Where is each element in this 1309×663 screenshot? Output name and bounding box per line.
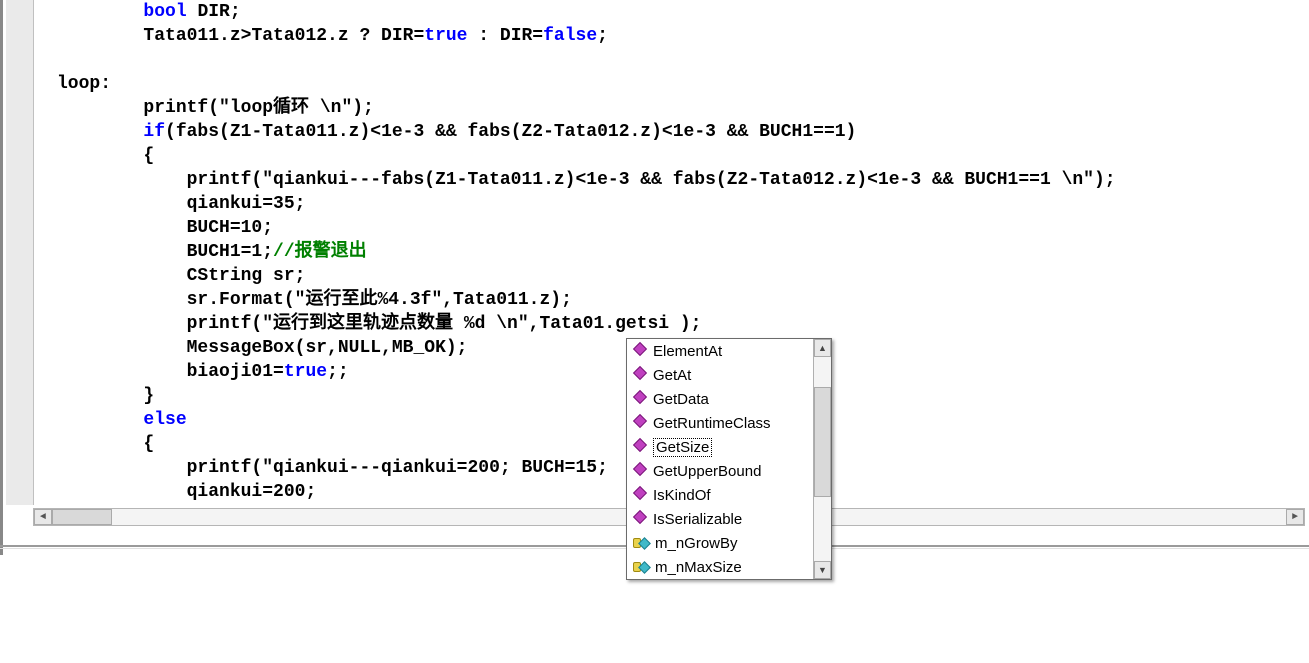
- code-token: : DIR=: [468, 26, 544, 46]
- keyword-token: true: [424, 26, 467, 46]
- autocomplete-item-getsize[interactable]: GetSize: [627, 435, 813, 459]
- autocomplete-label: IsSerializable: [653, 511, 742, 528]
- scroll-track[interactable]: [814, 357, 831, 561]
- scroll-up-button[interactable]: ▲: [814, 339, 831, 357]
- code-line[interactable]: sr.Format("运行至此%4.3f",Tata011.z);: [37, 288, 1309, 312]
- method-icon: [633, 512, 647, 526]
- code-token: }: [143, 386, 154, 406]
- autocomplete-item-m_nmaxsize[interactable]: m_nMaxSize: [627, 555, 813, 579]
- gutter: [6, 0, 34, 505]
- code-line[interactable]: printf("qiankui---fabs(Z1-Tata011.z)<1e-…: [37, 168, 1309, 192]
- code-token: (fabs(Z1-Tata011.z)<1e-3 && fabs(Z2-Tata…: [165, 122, 856, 142]
- autocomplete-label: GetData: [653, 391, 709, 408]
- code-token: {: [143, 146, 154, 166]
- variable-icon: [633, 560, 649, 574]
- autocomplete-item-getruntimeclass[interactable]: GetRuntimeClass: [627, 411, 813, 435]
- autocomplete-popup: ElementAt GetAt GetData GetRuntimeClass GetS…: [626, 338, 832, 580]
- scroll-thumb[interactable]: [52, 509, 112, 525]
- autocomplete-item-isserializable[interactable]: IsSerializable: [627, 507, 813, 531]
- method-icon: [633, 344, 647, 358]
- autocomplete-item-m_ngrowby[interactable]: m_nGrowBy: [627, 531, 813, 555]
- code-line[interactable]: printf("运行到这里轨迹点数量 %d \n",Tata01.getsi )…: [37, 312, 1309, 336]
- autocomplete-scrollbar[interactable]: ▲ ▼: [813, 339, 831, 579]
- code-line[interactable]: CString sr;: [37, 264, 1309, 288]
- scroll-right-button[interactable]: ►: [1286, 509, 1304, 525]
- autocomplete-label: m_nGrowBy: [655, 535, 738, 552]
- scroll-down-button[interactable]: ▼: [814, 561, 831, 579]
- code-line[interactable]: BUCH1=1;//报警退出: [37, 240, 1309, 264]
- autocomplete-label: GetUpperBound: [653, 463, 761, 480]
- autocomplete-label: m_nMaxSize: [655, 559, 742, 576]
- autocomplete-label: GetAt: [653, 367, 691, 384]
- method-icon: [633, 416, 647, 430]
- code-token: {: [143, 434, 154, 454]
- code-token: Tata011.z>Tata012.z ? DIR=: [143, 26, 424, 46]
- autocomplete-label: IsKindOf: [653, 487, 711, 504]
- comment-token: //报警退出: [273, 242, 367, 262]
- keyword-token: false: [543, 26, 597, 46]
- code-token: biaoji01=: [187, 362, 284, 382]
- code-token: ;: [597, 26, 608, 46]
- code-line[interactable]: [37, 48, 1309, 72]
- code-token: qiankui=35;: [187, 194, 306, 214]
- code-token: BUCH=10;: [187, 218, 273, 238]
- code-token: CString sr;: [187, 266, 306, 286]
- autocomplete-label: GetSize: [653, 438, 712, 457]
- autocomplete-item-getat[interactable]: GetAt: [627, 363, 813, 387]
- keyword-token: bool: [143, 2, 186, 22]
- code-line[interactable]: {: [37, 144, 1309, 168]
- keyword-token: true: [284, 362, 327, 382]
- autocomplete-item-elementat[interactable]: ElementAt: [627, 339, 813, 363]
- code-line[interactable]: printf("loop循环 \n");: [37, 96, 1309, 120]
- scroll-left-button[interactable]: ◄: [34, 509, 52, 525]
- code-token: printf("loop循环 \n");: [143, 98, 373, 118]
- method-icon: [633, 440, 647, 454]
- method-icon: [633, 392, 647, 406]
- code-line[interactable]: Tata011.z>Tata012.z ? DIR=true : DIR=fal…: [37, 24, 1309, 48]
- code-token: loop:: [57, 74, 111, 94]
- method-icon: [633, 488, 647, 502]
- autocomplete-list[interactable]: ElementAt GetAt GetData GetRuntimeClass GetS…: [627, 339, 813, 579]
- method-icon: [633, 368, 647, 382]
- code-token: MessageBox(sr,NULL,MB_OK);: [187, 338, 468, 358]
- code-token: DIR;: [187, 2, 241, 22]
- keyword-token: else: [143, 410, 186, 430]
- variable-icon: [633, 536, 649, 550]
- code-line[interactable]: qiankui=35;: [37, 192, 1309, 216]
- code-token: printf("运行到这里轨迹点数量 %d \n",Tata01.getsi )…: [187, 314, 702, 334]
- code-token: sr.Format("运行至此%4.3f",Tata011.z);: [187, 290, 572, 310]
- autocomplete-label: ElementAt: [653, 343, 722, 360]
- code-token: ;;: [327, 362, 349, 382]
- code-line[interactable]: loop:: [37, 72, 1309, 96]
- keyword-token: if: [143, 122, 165, 142]
- code-token: BUCH1=1;: [187, 242, 273, 262]
- autocomplete-item-getdata[interactable]: GetData: [627, 387, 813, 411]
- code-token: printf("qiankui---fabs(Z1-Tata011.z)<1e-…: [187, 170, 1116, 190]
- autocomplete-item-iskindof[interactable]: IsKindOf: [627, 483, 813, 507]
- scroll-thumb[interactable]: [814, 387, 831, 497]
- method-icon: [633, 464, 647, 478]
- code-token: printf("qiankui---qiankui=200; BUCH=15;: [187, 458, 608, 478]
- code-token: qiankui=200;: [187, 482, 317, 502]
- autocomplete-label: GetRuntimeClass: [653, 415, 771, 432]
- code-line[interactable]: if(fabs(Z1-Tata011.z)<1e-3 && fabs(Z2-Ta…: [37, 120, 1309, 144]
- code-line[interactable]: BUCH=10;: [37, 216, 1309, 240]
- code-line[interactable]: bool DIR;: [37, 0, 1309, 24]
- autocomplete-item-getupperbound[interactable]: GetUpperBound: [627, 459, 813, 483]
